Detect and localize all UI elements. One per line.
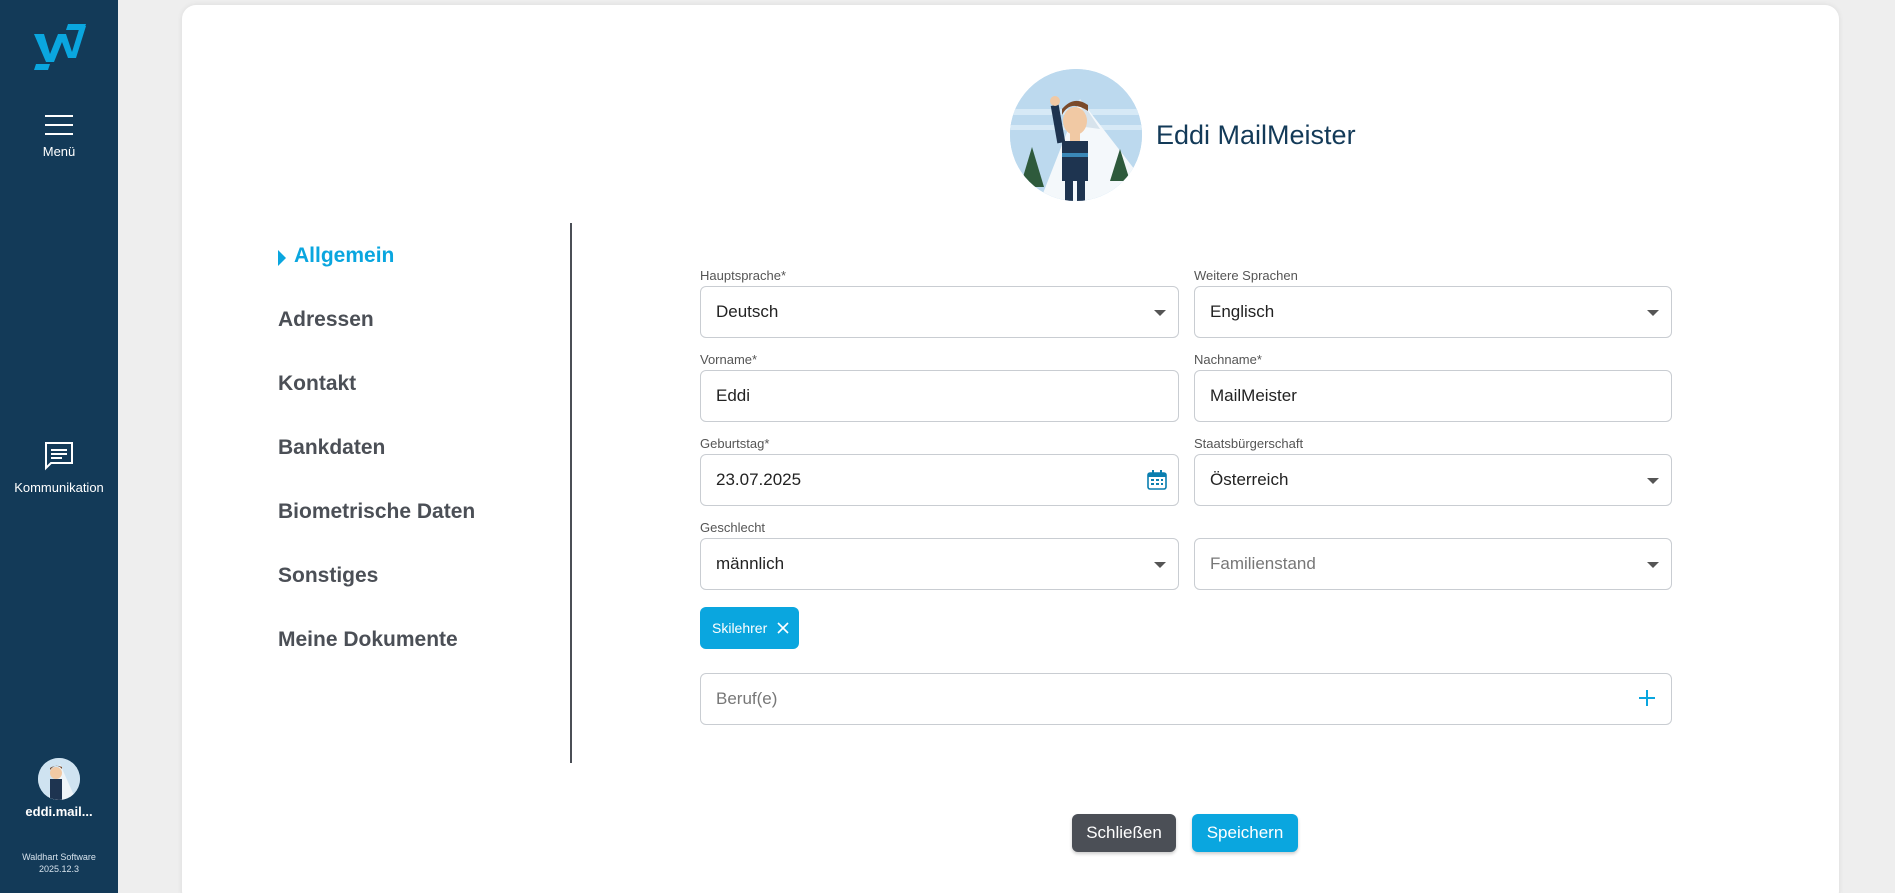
geschlecht-label: Geschlecht [700,520,766,535]
geburtstag-value: 23.07.2025 [716,470,802,489]
weitere-sprachen-select[interactable]: Englisch [1194,286,1672,338]
nachname-field: Nachname* MailMeister [1194,352,1672,422]
dropdown-arrow-icon [1647,562,1659,568]
profile-card: Eddi MailMeister Allgemein Adressen Kont… [182,5,1839,893]
communication-label: Kommunikation [14,480,104,495]
version-info: Waldhart Software 2025.12.3 [0,851,118,875]
user-label: eddi.mail... [25,804,93,819]
nav-item-label: Kontakt [278,372,357,395]
berufe-field: Beruf(e) [700,673,1672,725]
geburtstag-field: Geburtstag* 23.07.2025 [700,436,1179,506]
weitere-sprachen-field: Weitere Sprachen Englisch [1194,268,1672,338]
nav-item-biometrische-daten[interactable]: Biometrische Daten [278,497,475,561]
nachname-value: MailMeister [1210,386,1297,405]
menu-button[interactable]: Menü [0,114,118,159]
beruf-chip: Skilehrer [700,607,800,649]
dropdown-arrow-icon [1154,562,1166,568]
save-button[interactable]: Speichern [1192,814,1298,852]
berufe-input[interactable]: Beruf(e) [700,673,1672,725]
familienstand-field: Familienstand [1194,520,1672,590]
vorname-label: Vorname* [700,352,758,367]
geschlecht-field: Geschlecht männlich [700,520,1179,590]
staatsbuergerschaft-value: Österreich [1210,470,1289,489]
section-nav: Allgemein Adressen Kontakt Bankdaten Bio… [278,241,475,689]
familienstand-placeholder: Familienstand [1210,554,1316,573]
beruf-chip-label: Skilehrer [712,620,768,636]
nav-item-allgemein[interactable]: Allgemein [278,241,475,305]
nav-divider [570,223,572,763]
dropdown-arrow-icon [1154,310,1166,316]
company-name: Waldhart Software [22,852,96,862]
vorname-field: Vorname* Eddi [700,352,1179,422]
hamburger-icon [45,115,73,135]
nav-item-label: Meine Dokumente [278,628,458,651]
hauptsprache-label: Hauptsprache* [700,268,786,283]
close-icon[interactable] [777,622,789,634]
weitere-sprachen-label: Weitere Sprachen [1194,268,1298,283]
nav-item-meine-dokumente[interactable]: Meine Dokumente [278,625,475,689]
communication-button[interactable]: Kommunikation [0,440,118,495]
geburtstag-input[interactable]: 23.07.2025 [700,454,1179,506]
hauptsprache-select[interactable]: Deutsch [700,286,1179,338]
calendar-icon[interactable] [1146,469,1168,491]
staatsbuergerschaft-label: Staatsbürgerschaft [1194,436,1304,451]
caret-right-icon [278,250,286,266]
nav-item-adressen[interactable]: Adressen [278,305,475,369]
berufe-placeholder: Beruf(e) [716,689,778,708]
version-number: 2025.12.3 [38,864,80,874]
vorname-value: Eddi [716,386,751,405]
nav-item-label: Sonstiges [278,564,379,587]
profile-avatar [1010,69,1142,201]
waldhart-logo-icon[interactable] [32,22,86,72]
plus-icon[interactable] [1635,686,1659,710]
nav-item-kontakt[interactable]: Kontakt [278,369,475,433]
user-profile-button[interactable]: eddi.mail... [0,758,118,819]
message-icon [45,442,73,471]
nav-item-label: Bankdaten [278,436,386,459]
nav-item-bankdaten[interactable]: Bankdaten [278,433,475,497]
menu-label: Menü [42,144,76,159]
nav-item-label: Allgemein [294,244,395,267]
nav-item-label: Biometrische Daten [278,500,476,523]
profile-name: Eddi MailMeister [1156,119,1356,150]
familienstand-select[interactable]: Familienstand [1194,538,1672,590]
user-avatar [38,758,80,800]
staatsbuergerschaft-select[interactable]: Österreich [1194,454,1672,506]
close-button[interactable]: Schließen [1072,814,1176,852]
nav-item-sonstiges[interactable]: Sonstiges [278,561,475,625]
hauptsprache-value: Deutsch [716,302,779,321]
geburtstag-label: Geburtstag* [700,436,770,451]
geschlecht-value: männlich [716,554,785,573]
staatsbuergerschaft-field: Staatsbürgerschaft Österreich [1194,436,1672,506]
sidebar: Menü Kommunikation eddi.mail... Waldhart… [0,0,118,893]
weitere-sprachen-value: Englisch [1210,302,1275,321]
profile-header: Eddi MailMeister [1010,69,1356,201]
hauptsprache-field: Hauptsprache* Deutsch [700,268,1179,338]
nachname-input[interactable]: MailMeister [1194,370,1672,422]
vorname-input[interactable]: Eddi [700,370,1179,422]
nachname-label: Nachname* [1194,352,1262,367]
nav-item-label: Adressen [278,308,374,331]
dropdown-arrow-icon [1647,310,1659,316]
geschlecht-select[interactable]: männlich [700,538,1179,590]
dropdown-arrow-icon [1647,478,1659,484]
